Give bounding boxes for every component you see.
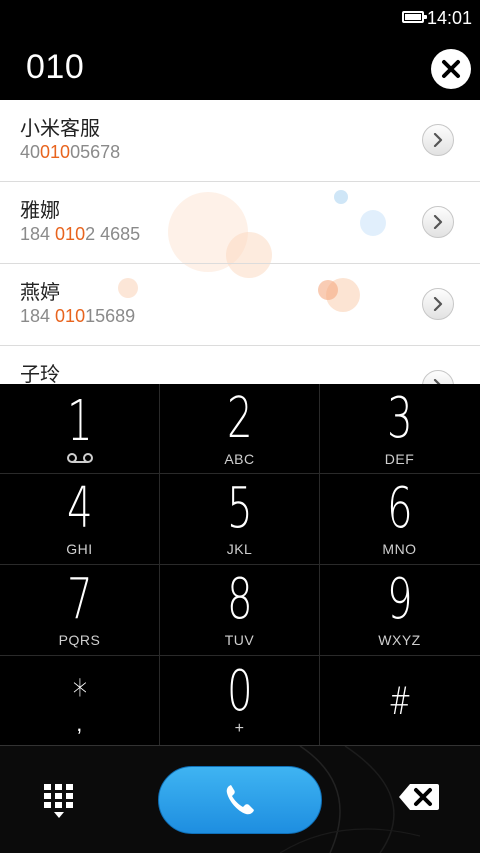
chevron-right-icon: [433, 133, 443, 147]
dial-keypad: 1 2 ABC 3 DEF 4 GHI 5 JKL 6 MNO 7 PQRS 8…: [0, 384, 480, 746]
keypad-divider: [319, 384, 320, 746]
key-7[interactable]: 7 PQRS: [0, 565, 159, 654]
contact-name: 燕婷: [20, 282, 60, 304]
key-1[interactable]: 1: [0, 384, 159, 473]
key-6[interactable]: 6 MNO: [320, 474, 479, 563]
number-match: 010: [40, 142, 71, 162]
contact-detail-button[interactable]: [422, 288, 454, 320]
clear-number-button[interactable]: [431, 49, 471, 89]
key-0[interactable]: 0 +: [160, 656, 319, 745]
contact-row[interactable]: 燕婷 184 01015689: [0, 264, 480, 346]
key-4[interactable]: 4 GHI: [0, 474, 159, 563]
chevron-right-icon: [433, 215, 443, 229]
key-8[interactable]: 8 TUV: [160, 565, 319, 654]
contact-row[interactable]: 雅娜 184 0102 4685: [0, 182, 480, 264]
number-match: 010: [55, 224, 86, 244]
contact-detail-button[interactable]: [422, 206, 454, 238]
phone-icon: [226, 785, 254, 815]
number-match: 010: [55, 306, 86, 326]
status-bar: 14:01: [0, 0, 480, 36]
key-star[interactable]: * ,: [0, 656, 159, 745]
contact-detail-button[interactable]: [422, 370, 454, 384]
contact-number: 4001005678: [20, 142, 121, 162]
key-hash[interactable]: #: [320, 656, 479, 745]
contact-detail-button[interactable]: [422, 124, 454, 156]
backspace-icon: [399, 784, 439, 810]
key-2[interactable]: 2 ABC: [160, 384, 319, 473]
battery-icon: [402, 11, 427, 23]
contact-name: 雅娜: [20, 200, 60, 222]
key-9[interactable]: 9 WXYZ: [320, 565, 479, 654]
keypad-divider: [159, 384, 160, 746]
contact-row[interactable]: 子玲: [0, 346, 480, 384]
contact-name: 小米客服: [20, 118, 100, 140]
key-3[interactable]: 3 DEF: [320, 384, 479, 473]
contact-row[interactable]: 小米客服 4001005678: [0, 100, 480, 182]
keypad-divider: [0, 473, 480, 474]
contact-name: 子玲: [20, 364, 60, 384]
dialpad-icon: [44, 784, 73, 818]
chevron-right-icon: [433, 297, 443, 311]
bottom-action-bar: [0, 746, 480, 853]
contact-suggestion-list: 小米客服 4001005678 雅娜 184 0102 4685 燕婷 184 …: [0, 100, 480, 384]
dial-header: 010: [0, 36, 480, 100]
keypad-divider: [0, 655, 480, 656]
keypad-divider: [0, 564, 480, 565]
key-5[interactable]: 5 JKL: [160, 474, 319, 563]
contact-number: 184 01015689: [20, 306, 136, 326]
backspace-button[interactable]: [398, 782, 440, 812]
close-icon: [442, 60, 460, 78]
contact-number: 184 0102 4685: [20, 224, 141, 244]
keypad-toggle-button[interactable]: [40, 782, 78, 820]
call-button[interactable]: [158, 766, 322, 834]
status-time: 14:01: [426, 8, 472, 28]
dialed-number: 010: [26, 48, 85, 86]
